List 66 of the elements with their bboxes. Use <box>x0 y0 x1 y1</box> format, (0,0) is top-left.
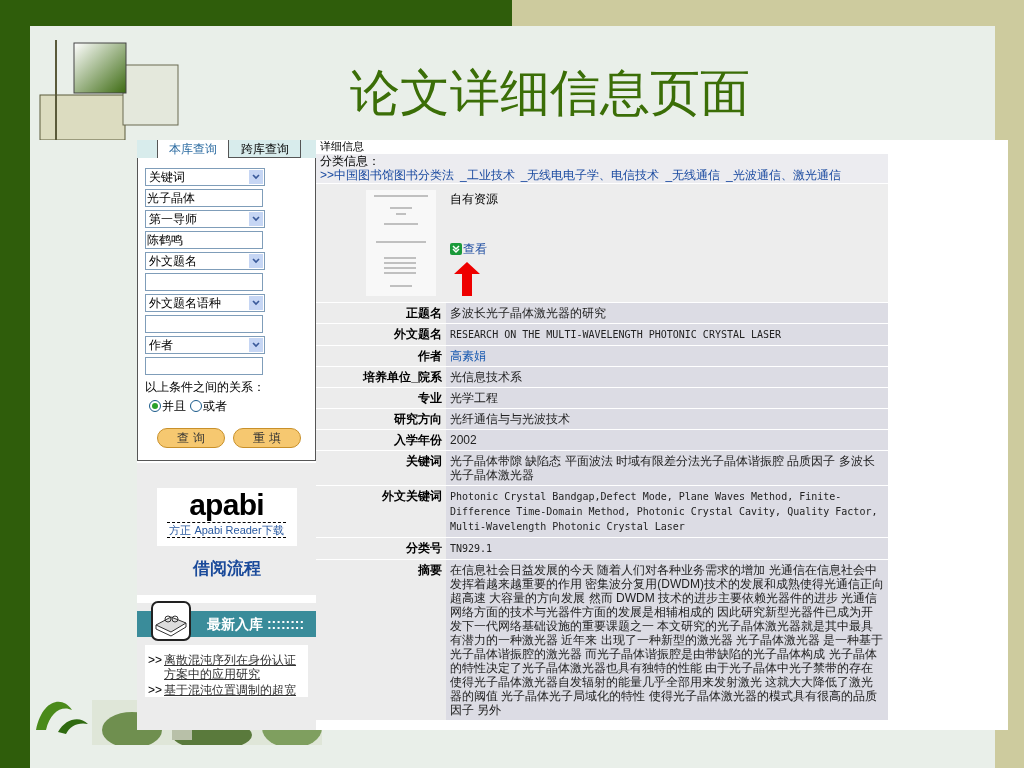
field-value: RESEARCH ON THE MULTI-WAVELENGTH PHOTONIC CRYSTAL LASER <box>450 329 782 340</box>
section-title: 详细信息 <box>319 140 365 152</box>
input-field[interactable]: 陈鹤鸣 <box>145 231 263 249</box>
author-link[interactable]: 高素娟 <box>450 349 486 363</box>
field-label: 作者 <box>418 349 442 363</box>
input-field[interactable] <box>145 273 263 291</box>
field-label: 关键词 <box>406 454 442 468</box>
chevron-down-icon <box>252 300 260 306</box>
book-icon <box>151 601 191 641</box>
classification-link[interactable]: _工业技术 <box>460 168 515 183</box>
bullet-icon: >> <box>148 683 162 697</box>
dropdown[interactable]: 第一导师 <box>145 210 265 228</box>
field-value: 光纤通信与与光波技术 <box>450 412 570 426</box>
bullet-icon: >> <box>148 653 162 681</box>
dropdown[interactable]: 关键词 <box>145 168 265 186</box>
input-field[interactable] <box>145 315 263 333</box>
arrow-up-icon <box>454 262 480 296</box>
resource-label: 自有资源 <box>450 191 498 208</box>
field-label: 分类号 <box>406 541 442 555</box>
chevron-down-icon <box>252 174 260 180</box>
radio-option[interactable]: 或者 <box>190 397 227 415</box>
form-button[interactable]: 重 填 <box>233 428 301 448</box>
relation-label: 以上条件之间的关系： <box>145 380 266 394</box>
download-link[interactable]: 方正 Apabi Reader下载 <box>167 522 286 538</box>
dropdown[interactable]: 外文题名 <box>145 252 265 270</box>
search-tab[interactable]: 本库查询 <box>157 140 229 158</box>
download-icon <box>450 243 462 255</box>
radio-option[interactable]: 并且 <box>149 397 186 415</box>
chevron-down-icon <box>252 216 260 222</box>
classification-link[interactable]: _无线通信 <box>665 168 721 183</box>
field-label: 外文关键词 <box>382 489 442 503</box>
dropdown[interactable]: 作者 <box>145 336 265 354</box>
search-tab[interactable]: 跨库查询 <box>229 140 301 158</box>
field-label: 研究方向 <box>394 412 442 426</box>
field-label: 培养单位_院系 <box>363 370 442 384</box>
classification-link[interactable]: >>中国图书馆图书分类法 <box>320 168 454 183</box>
classification-link[interactable]: _无线电电子学、电信技术 <box>520 168 660 183</box>
apabi-logo: apabi <box>189 488 264 522</box>
field-label: 入学年份 <box>394 433 442 447</box>
chevron-down-icon <box>252 342 260 348</box>
slide-title: 论文详细信息页面 <box>349 64 751 123</box>
field-value: 多波长光子晶体激光器的研究 <box>450 306 606 320</box>
input-field[interactable]: 光子晶体 <box>145 189 263 207</box>
article-link[interactable]: 基于混沌位置调制的超宽 <box>164 683 296 697</box>
borrow-process-link[interactable]: 借阅流程 <box>192 556 261 582</box>
article-link[interactable]: 离散混沌序列在身份认证方案中的应用研究 <box>164 653 305 681</box>
new-arrivals-title: 最新入库 :::::::: <box>207 614 305 634</box>
input-field[interactable] <box>145 357 263 375</box>
field-value: TN929.1 <box>450 543 493 554</box>
field-label: 专业 <box>418 391 442 405</box>
classification-label: 分类信息： <box>319 154 381 168</box>
field-value: 2002 <box>450 433 477 447</box>
field-label: 外文题名 <box>394 327 442 341</box>
field-label: 摘要 <box>418 563 442 577</box>
classification-link[interactable]: _光波通信、激光通信 <box>726 168 841 183</box>
field-value: Photonic Crystal Bandgap,Defect Mode, Plane Waves Method, Finite-Difference Time-Domain Method, Photonic Crystal Cavity, Quality Factor, Multi-Wavelength Photonic Crystal Laser <box>450 491 878 532</box>
apabi-banner[interactable]: apabi 方正 Apabi Reader下载 <box>156 488 297 546</box>
view-link[interactable]: 查看 <box>463 240 487 258</box>
field-label: 正题名 <box>406 306 442 320</box>
chevron-down-icon <box>252 258 260 264</box>
field-value: 在信息社会日益发展的今天 随着人们对各种业务需求的增加 光通信在信息社会中发挥着越来越重要的作用 密集波分复用(DWDM)技术的发展和成熟使得光通信正向超高速 大容量的方向发展 然而 DWDM 技术的进步主要依赖光器件的进步 光通信网络方面的技术与光器件方面的发展是相辅相成的 因此研究新型光器件已成为开发下一代网络基础设施的重要课题之一 本文研究的光子晶体激光器就是其中最具有潜力的一种激光器 近年来 出现了一种新型的激光器 光子晶体激光器 是一种基于光子晶体谐振腔的激光器 而光子晶体谐振腔是由带缺陷的光子晶体构成 光子晶体的特性决定了光子晶体激光器也具有独特的性能 由于光子晶体中光子禁带的存在使得光子晶体激光器自发辐射的能量几乎全部用来发射激光 这就大大降低了激光器的阈值 光子晶体光子局域化的特性 使得光子晶体激光器的模式具有很高的品质因子 另外 <box>450 563 884 717</box>
dropdown[interactable]: 外文题名语种 <box>145 294 265 312</box>
form-button[interactable]: 查 询 <box>157 428 225 448</box>
field-value: 光子晶体带隙 缺陷态 平面波法 时域有限差分法光子晶体谐振腔 品质因子 多波长光子晶体激光器 <box>450 454 875 482</box>
field-value: 光学工程 <box>450 391 498 405</box>
field-value: 光信息技术系 <box>450 370 522 384</box>
